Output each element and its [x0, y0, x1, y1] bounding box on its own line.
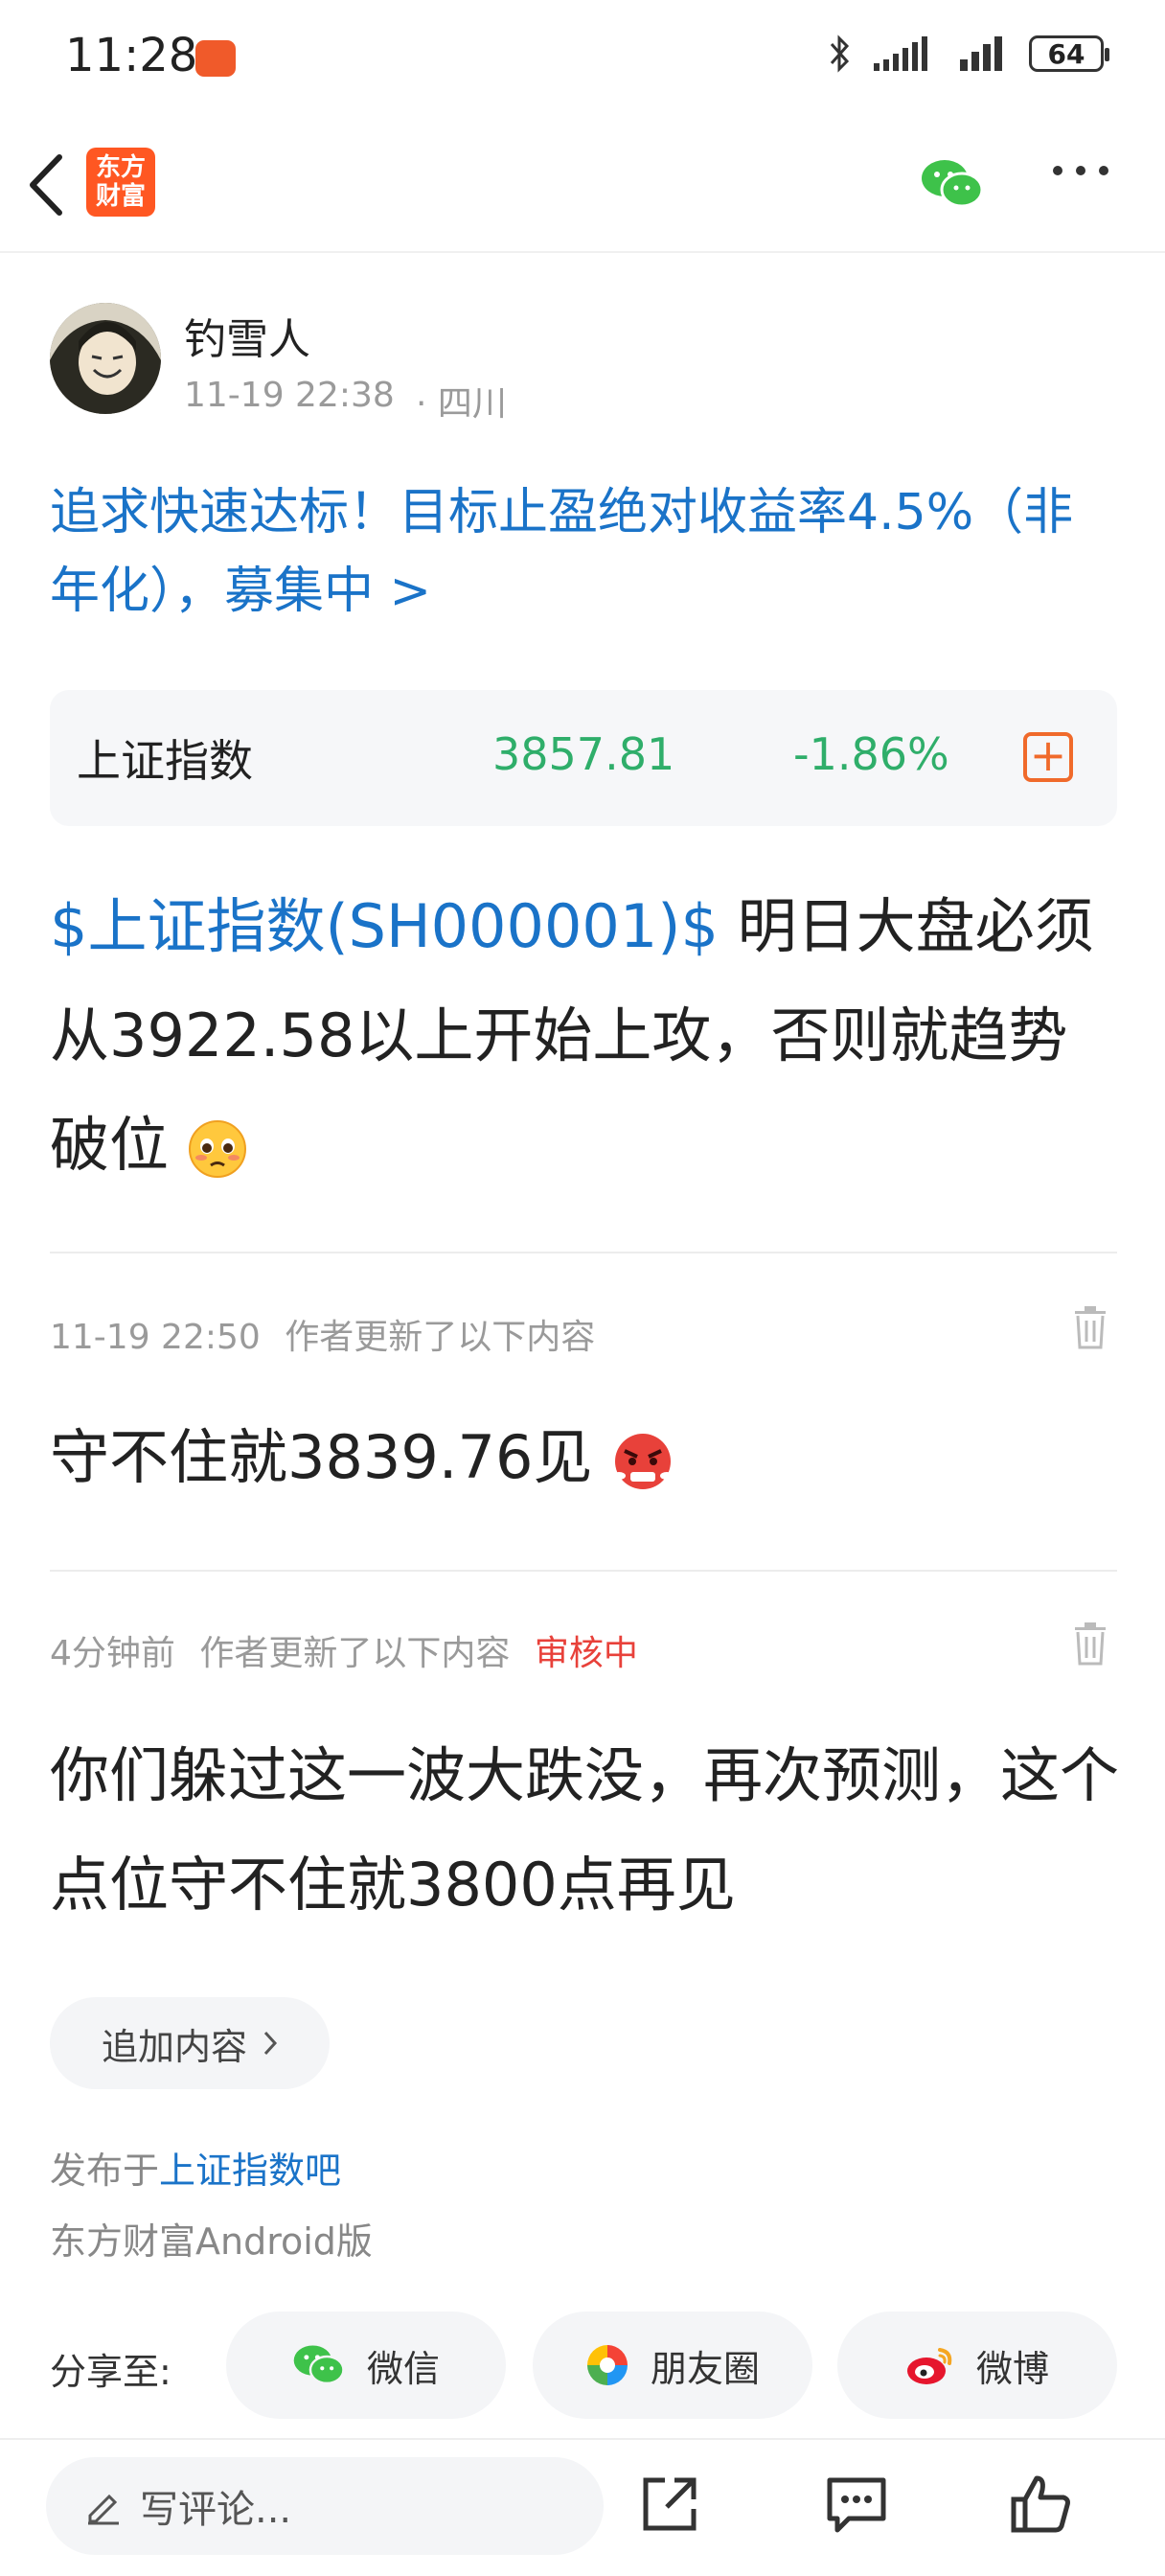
logo-line1: 东方 — [95, 153, 146, 182]
bluetooth-icon — [830, 34, 850, 73]
avatar-image — [50, 303, 161, 414]
trash-icon[interactable] — [1073, 1622, 1108, 1666]
share-weibo-label: 微博 — [975, 2347, 1049, 2390]
post-location: · 四川 — [416, 384, 507, 424]
wechat-icon — [293, 2345, 345, 2385]
comment-input[interactable]: 写评论... — [46, 2457, 604, 2555]
more-icon[interactable] — [1050, 163, 1111, 178]
append-label: 追加内容 — [101, 2025, 247, 2068]
comment-icon[interactable] — [826, 2474, 887, 2534]
avatar[interactable] — [50, 303, 161, 414]
published-in: 发布于上证指数吧 — [50, 2141, 341, 2194]
moments-icon — [586, 2345, 628, 2385]
published-prefix: 发布于 — [50, 2150, 160, 2192]
stock-name: 上证指数 — [77, 735, 253, 787]
share-moments-button[interactable]: 朋友圈 — [533, 2312, 812, 2419]
pencil-icon — [88, 2494, 119, 2525]
update-header: 4分钟前 作者更新了以下内容 审核中 — [50, 1625, 638, 1675]
post-content: $上证指数(SH000001)$ 明日大盘必须从3922.58以上开始上攻，否则… — [50, 872, 1127, 1200]
trash-icon[interactable] — [1073, 1305, 1108, 1349]
add-stock-icon[interactable]: + — [1023, 732, 1073, 782]
bar-link[interactable]: 上证指数吧 — [159, 2150, 341, 2192]
angry-face-icon — [612, 1433, 674, 1489]
section-divider — [50, 1570, 1117, 1572]
update-label: 作者更新了以下内容 — [199, 1634, 511, 1673]
update-label: 作者更新了以下内容 — [285, 1318, 596, 1357]
post-time: 11-19 22:38 — [184, 376, 395, 415]
share-icon[interactable] — [640, 2474, 699, 2534]
share-label: 分享至: — [50, 2351, 171, 2393]
notification-app-icon — [195, 40, 236, 77]
share-moments-label: 朋友圈 — [650, 2347, 760, 2390]
nav-divider — [0, 251, 1165, 253]
app-logo: 东方 财富 — [86, 148, 155, 217]
update-header: 11-19 22:50 作者更新了以下内容 — [50, 1309, 595, 1359]
update-time: 4分钟前 — [50, 1634, 175, 1673]
share-wechat-label: 微信 — [366, 2347, 440, 2390]
weibo-icon — [906, 2348, 952, 2384]
share-weibo-button[interactable]: 微博 — [837, 2312, 1117, 2419]
chevron-right-icon — [263, 2031, 278, 2056]
signal-icon-2 — [960, 36, 1002, 71]
back-icon[interactable] — [27, 153, 65, 217]
status-time: 11:28 — [65, 29, 198, 82]
signal-icon — [874, 36, 927, 71]
status-icons: 64 — [828, 34, 1109, 73]
author-name[interactable]: 钓雪人 — [184, 305, 310, 366]
update-text-content: 守不住就3839.76见 — [50, 1422, 593, 1492]
comment-placeholder: 写评论... — [140, 2488, 292, 2532]
pleading-face-icon — [188, 1119, 246, 1178]
battery-indicator: 64 — [1029, 35, 1109, 72]
update-text: 守不住就3839.76见 — [50, 1403, 1127, 1512]
section-divider — [50, 1252, 1117, 1254]
like-icon[interactable] — [1010, 2474, 1071, 2534]
client-info: 东方财富Android版 — [50, 2220, 373, 2263]
promo-link[interactable]: 追求快速达标！目标止盈绝对收益率4.5%（非年化），募集中 > — [50, 473, 1123, 631]
update-time: 11-19 22:50 — [50, 1318, 261, 1357]
review-status-badge: 审核中 — [534, 1634, 638, 1673]
share-wechat-button[interactable]: 微信 — [226, 2312, 506, 2419]
stock-price: 3857.81 — [492, 728, 675, 780]
stock-change: -1.86% — [793, 728, 949, 780]
logo-line2: 财富 — [95, 182, 146, 211]
update-text: 你们躲过这一波大跌没，再次预测，这个点位守不住就3800点再见 — [50, 1740, 1120, 1920]
wechat-icon[interactable] — [920, 157, 985, 211]
append-content-button[interactable]: 追加内容 — [50, 1997, 330, 2089]
bottom-bar-divider — [0, 2438, 1165, 2440]
stock-mention-link[interactable]: $上证指数(SH000001)$ — [50, 891, 719, 961]
